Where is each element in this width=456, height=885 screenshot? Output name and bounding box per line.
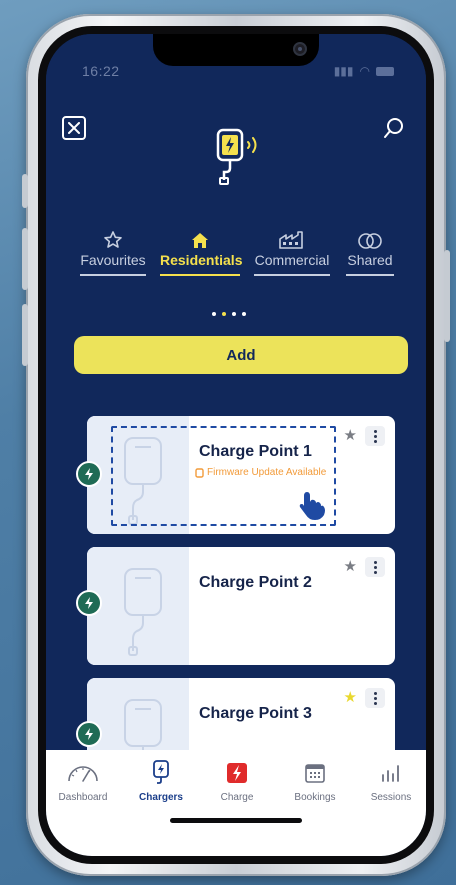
charger-wireless-icon	[216, 128, 257, 185]
tab-commercial[interactable]: Commercial	[254, 226, 330, 284]
screen: 16:22 ▮▮▮ ◠ Favourites Residentials Comm…	[46, 34, 426, 856]
page-dot[interactable]	[232, 312, 236, 316]
notch	[153, 34, 319, 66]
lightning-icon	[85, 597, 93, 609]
tab-residentials[interactable]: Residentials	[160, 226, 242, 284]
nav-dashboard-label: Dashboard	[58, 792, 108, 803]
tab-favourites-label: Favourites	[80, 252, 146, 276]
calendar-icon	[305, 764, 325, 783]
nav-sessions-label: Sessions	[370, 792, 412, 803]
volume-up-button	[22, 228, 28, 290]
nav-bookings[interactable]: Bookings	[280, 760, 350, 803]
tap-hand-icon	[291, 483, 325, 520]
more-options-button[interactable]	[365, 426, 385, 446]
bar-chart-icon	[382, 765, 399, 782]
nav-charge[interactable]: Charge	[202, 760, 272, 803]
more-options-button[interactable]	[365, 688, 385, 708]
more-options-button[interactable]	[365, 557, 385, 577]
house-icon	[192, 233, 208, 248]
home-indicator[interactable]	[170, 818, 302, 823]
charger-icon	[153, 760, 169, 784]
page-dot-active[interactable]	[222, 312, 226, 316]
factory-icon	[279, 231, 303, 249]
charging-status-badge	[76, 721, 102, 747]
status-time: 16:22	[82, 63, 120, 79]
wifi-icon: ◠	[359, 64, 370, 78]
signal-icon: ▮▮▮	[333, 64, 354, 78]
add-charger-button[interactable]: Add	[74, 336, 408, 374]
favourite-star-icon[interactable]: ★	[344, 428, 357, 443]
power-button	[444, 250, 450, 342]
charger-card[interactable]: Charge Point 2 ★	[87, 547, 395, 665]
battery-icon	[376, 66, 394, 76]
favourite-star-icon[interactable]: ★	[344, 559, 357, 574]
charging-status-badge	[76, 461, 102, 487]
nav-bookings-label: Bookings	[294, 792, 336, 803]
bottom-navigation: Dashboard Chargers Charge Bookings Sessi…	[46, 750, 426, 856]
charger-thumbnail	[87, 547, 189, 665]
gauge-icon	[68, 766, 98, 782]
charger-name: Charge Point 2	[199, 574, 312, 591]
favourite-star-icon[interactable]: ★	[344, 690, 357, 705]
star-outline-icon	[104, 231, 122, 248]
page-dot[interactable]	[212, 312, 216, 316]
linked-circles-icon	[358, 233, 382, 249]
nav-charge-label: Charge	[220, 792, 254, 803]
volume-down-button	[22, 304, 28, 366]
search-icon	[384, 118, 403, 138]
chargers-screen: Favourites Residentials Commercial Share…	[46, 90, 426, 796]
tab-residentials-label: Residentials	[160, 252, 242, 276]
lightning-icon	[227, 763, 247, 783]
mute-switch	[22, 174, 28, 208]
nav-sessions[interactable]: Sessions	[356, 760, 426, 803]
tab-commercial-label: Commercial	[254, 252, 330, 276]
nav-chargers-label: Chargers	[139, 792, 183, 803]
charger-category-tabs: Favourites Residentials Commercial Share…	[70, 226, 410, 286]
phone-frame: 16:22 ▮▮▮ ◠ Favourites Residentials Comm…	[22, 14, 450, 876]
lightning-icon	[85, 468, 93, 480]
tab-favourites[interactable]: Favourites	[80, 226, 146, 284]
wallbox-charger-icon	[124, 568, 162, 656]
phone-bezel: 16:22 ▮▮▮ ◠ Favourites Residentials Comm…	[38, 26, 434, 864]
charging-status-badge	[76, 590, 102, 616]
front-camera	[293, 42, 307, 56]
close-button[interactable]	[62, 116, 86, 140]
nav-dashboard[interactable]: Dashboard	[48, 760, 118, 803]
search-button[interactable]	[382, 116, 406, 140]
tab-shared[interactable]: Shared	[346, 226, 394, 284]
lightning-icon	[85, 728, 93, 740]
page-dot[interactable]	[242, 312, 246, 316]
page-indicator	[212, 312, 246, 316]
charger-name: Charge Point 3	[199, 705, 312, 722]
nav-chargers[interactable]: Chargers	[126, 760, 196, 803]
status-icons: ▮▮▮ ◠	[334, 64, 394, 78]
tab-shared-label: Shared	[346, 252, 394, 276]
close-icon	[68, 122, 80, 134]
